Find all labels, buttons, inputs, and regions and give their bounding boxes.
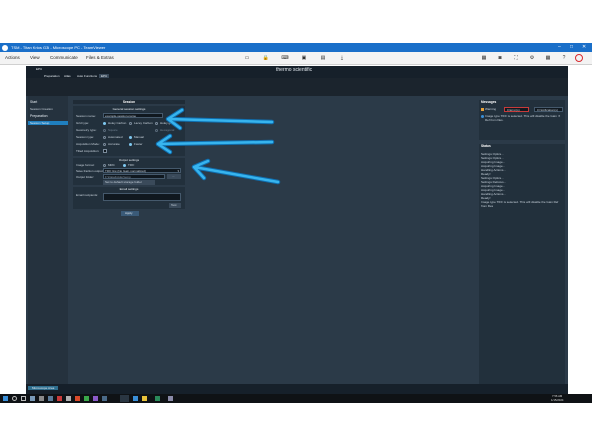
download-icon[interactable]: ⤓ [338, 55, 346, 61]
taskbar-app-icon[interactable] [155, 396, 160, 401]
lock-icon[interactable]: 🔒 [262, 55, 270, 61]
whiteboard-icon[interactable]: ▦ [480, 55, 488, 61]
help-icon[interactable]: ? [560, 55, 568, 61]
taskbar-app-icon[interactable] [93, 396, 98, 401]
menu-communicate[interactable]: Communicate [50, 55, 78, 61]
start-icon[interactable] [3, 396, 8, 401]
menu-actions[interactable]: Actions [5, 55, 20, 61]
taskbar-app-icon[interactable] [57, 396, 62, 401]
file-icon[interactable]: ▤ [319, 55, 327, 61]
maximize-button[interactable]: □ [570, 44, 573, 50]
taskbar-app-icon[interactable] [102, 396, 107, 401]
windows-taskbar: 7:56 AM 1/15/2024 [0, 394, 592, 403]
menu-view[interactable]: View [30, 55, 40, 61]
teamviewer-logo-icon [2, 44, 8, 51]
annotation-arrows [155, 107, 281, 185]
grid-icon[interactable]: ▦ [544, 55, 552, 61]
bottom-bar: Microscope Area [26, 384, 568, 394]
teamviewer-titlebar: TSM - Titan Krios G3i - Microscope PC - … [0, 43, 592, 52]
taskbar-app-icon[interactable] [30, 396, 35, 401]
taskbar-app-icon[interactable] [66, 396, 71, 401]
taskbar-app-icon[interactable] [75, 396, 80, 401]
camera-icon[interactable]: ◙ [496, 55, 504, 61]
chat-icon[interactable]: ▣ [300, 55, 308, 61]
taskbar-app-icon[interactable] [168, 396, 173, 401]
taskbar-app-icon[interactable] [133, 396, 138, 401]
window-title: TSM - Titan Krios G3i - Microscope PC - … [11, 45, 106, 50]
fullscreen-icon[interactable]: ⛶ [512, 55, 520, 61]
taskbar-app-icon[interactable] [84, 396, 89, 401]
menu-files-extras[interactable]: Files & Extras [86, 55, 114, 61]
disconnect-icon[interactable] [575, 54, 583, 62]
settings-icon[interactable]: ⚙ [528, 55, 536, 61]
microscope-area-tab[interactable]: Microscope Area [28, 386, 59, 390]
screen-icon[interactable]: ▭ [243, 55, 251, 61]
minimize-button[interactable]: – [558, 44, 561, 50]
search-icon[interactable] [12, 396, 17, 401]
teamviewer-toolbar: Actions View Communicate Files & Extras … [0, 52, 592, 65]
keyboard-icon[interactable]: ⌨ [281, 55, 289, 61]
taskbar-app-icon[interactable] [39, 396, 44, 401]
taskbar-date: 1/15/2024 [551, 398, 564, 402]
task-view-icon[interactable] [21, 396, 26, 401]
remote-desktop: EPU Preparation Atlas Auto Functions EPU… [26, 66, 568, 394]
close-button[interactable]: ✕ [582, 44, 586, 50]
taskbar-app-icon-active[interactable] [120, 395, 129, 402]
taskbar-app-icon[interactable] [48, 396, 53, 401]
taskbar-app-icon[interactable] [142, 396, 147, 401]
